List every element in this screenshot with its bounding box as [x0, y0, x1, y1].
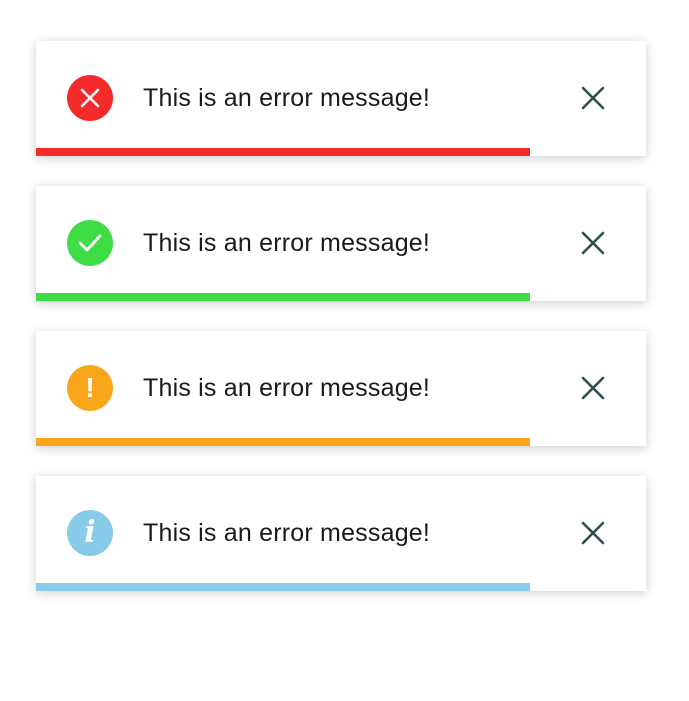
toast-success: This is an error message!: [36, 186, 646, 301]
check-circle-icon: [67, 220, 113, 266]
exclamation-glyph: !: [85, 372, 95, 403]
progress-bar: [36, 438, 531, 446]
close-icon: [581, 86, 605, 110]
info-circle-icon: i: [67, 510, 113, 556]
close-button[interactable]: [576, 226, 610, 260]
close-icon: [581, 521, 605, 545]
toast-message: This is an error message!: [143, 519, 431, 547]
close-button[interactable]: [576, 516, 610, 550]
toast-info: i This is an error message!: [36, 476, 646, 591]
progress-bar: [36, 148, 531, 156]
toast-error: This is an error message!: [36, 41, 646, 156]
x-circle-icon: [67, 75, 113, 121]
close-button[interactable]: [576, 371, 610, 405]
toast-message: This is an error message!: [143, 374, 431, 402]
progress-bar: [36, 583, 531, 591]
exclamation-circle-icon: !: [67, 365, 113, 411]
close-button[interactable]: [576, 81, 610, 115]
toast-message: This is an error message!: [143, 229, 431, 257]
progress-bar: [36, 293, 531, 301]
info-glyph: i: [84, 515, 96, 550]
close-icon: [581, 231, 605, 255]
toast-stack: This is an error message! This is an err…: [36, 41, 646, 621]
close-icon: [581, 376, 605, 400]
toast-warning: ! This is an error message!: [36, 331, 646, 446]
toast-message: This is an error message!: [143, 84, 431, 112]
